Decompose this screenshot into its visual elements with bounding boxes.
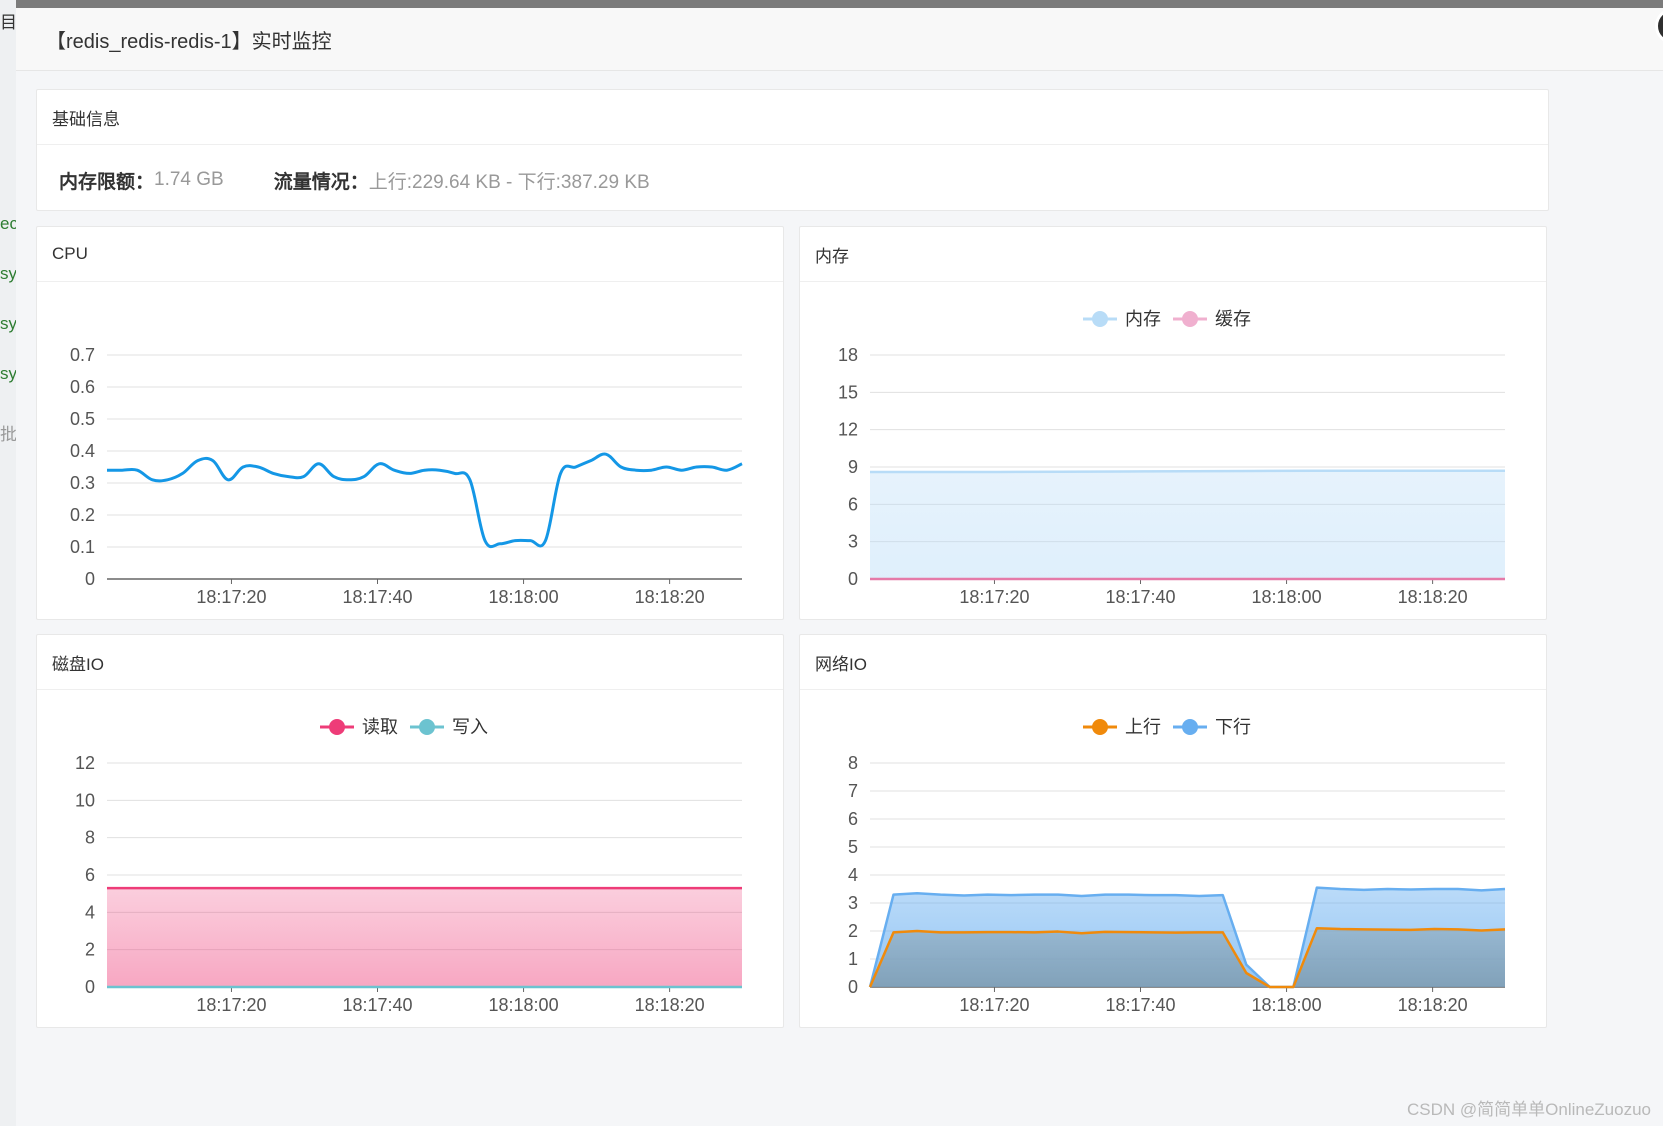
x-tick-label: 18:17:40 bbox=[342, 587, 412, 607]
basic-info-card: 基础信息 内存限额： 1.74 GB 流量情况： 上行:229.64 KB - … bbox=[36, 89, 1549, 211]
x-tick-label: 18:18:00 bbox=[489, 587, 559, 607]
legend-swatch-dot bbox=[1092, 311, 1108, 327]
monitor-dialog: 【redis_redis-redis-1】实时监控 基础信息 内存限额： 1.7… bbox=[16, 8, 1663, 1126]
y-tick-label: 0.6 bbox=[70, 377, 95, 397]
legend-swatch-dot bbox=[329, 719, 345, 735]
legend-swatch-dot bbox=[419, 719, 435, 735]
background-fragment: sy bbox=[0, 364, 16, 383]
basic-info-row: 内存限额： 1.74 GB 流量情况： 上行:229.64 KB - 下行:38… bbox=[37, 145, 1548, 215]
background-fragment: sy bbox=[0, 264, 16, 283]
y-tick-label: 2 bbox=[85, 940, 95, 960]
y-tick-label: 6 bbox=[848, 809, 858, 829]
traffic-label: 流量情况： bbox=[273, 171, 369, 193]
legend-swatch-dot bbox=[1182, 311, 1198, 327]
memory-limit-value: 1.74 GB bbox=[154, 169, 224, 190]
background-fragment: 批 bbox=[0, 425, 16, 444]
memory-limit-label: 内存限额： bbox=[59, 171, 155, 193]
dialog-title: 【redis_redis-redis-1】实时监控 bbox=[46, 30, 332, 53]
y-tick-label: 8 bbox=[85, 828, 95, 848]
y-tick-label: 9 bbox=[848, 457, 858, 477]
x-tick-label: 18:17:20 bbox=[196, 587, 266, 607]
legend-label: 写入 bbox=[452, 717, 488, 737]
series-area bbox=[107, 888, 742, 987]
chart-card-header: 网络IO bbox=[800, 635, 1546, 690]
background-fragment: ec bbox=[0, 214, 16, 233]
y-tick-label: 0 bbox=[848, 977, 858, 997]
x-tick-label: 18:18:20 bbox=[635, 587, 705, 607]
traffic-value: 上行:229.64 KB - 下行:387.29 KB bbox=[368, 171, 650, 193]
legend-swatch-dot bbox=[1092, 719, 1108, 735]
y-tick-label: 0.4 bbox=[70, 441, 95, 461]
x-tick-label: 18:17:20 bbox=[959, 587, 1029, 607]
y-tick-label: 6 bbox=[85, 865, 95, 885]
mem-chart: 0 3 6 9 12 15 18 18:17:20 18:17:40 18:18:00 18:18:… bbox=[838, 309, 1505, 607]
basic-info-header: 基础信息 bbox=[37, 90, 1548, 145]
legend-swatch-dot bbox=[1182, 719, 1198, 735]
y-tick-label: 10 bbox=[75, 790, 95, 810]
chart-card-header: 内存 bbox=[800, 227, 1546, 282]
y-tick-label: 4 bbox=[85, 902, 95, 922]
cpu-chart-card: CPU 0 0.1 0.2 0.3 0.4 0.5 0.6 0.7 18:17:20 18:17:… bbox=[36, 226, 784, 620]
y-tick-label: 15 bbox=[838, 382, 858, 402]
y-tick-label: 12 bbox=[75, 753, 95, 773]
x-tick-label: 18:18:20 bbox=[635, 995, 705, 1015]
y-tick-label: 0 bbox=[85, 977, 95, 997]
background-fragment: sy bbox=[0, 314, 16, 333]
legend-label: 下行 bbox=[1215, 717, 1251, 737]
cpu-chart: 0 0.1 0.2 0.3 0.4 0.5 0.6 0.7 18:17:20 18:17:40 18… bbox=[70, 345, 743, 607]
y-tick-label: 3 bbox=[848, 532, 858, 552]
x-tick-label: 18:18:00 bbox=[1252, 587, 1322, 607]
y-tick-label: 0.2 bbox=[70, 505, 95, 525]
x-tick-label: 18:17:40 bbox=[1105, 995, 1175, 1015]
x-tick-label: 18:18:20 bbox=[1398, 995, 1468, 1015]
chart-card-header: CPU bbox=[37, 227, 783, 282]
y-tick-label: 7 bbox=[848, 781, 858, 801]
y-tick-label: 12 bbox=[838, 420, 858, 440]
legend-label: 上行 bbox=[1125, 717, 1161, 737]
y-tick-label: 5 bbox=[848, 837, 858, 857]
y-tick-label: 6 bbox=[848, 494, 858, 514]
x-tick-label: 18:17:40 bbox=[1105, 587, 1175, 607]
legend-label: 缓存 bbox=[1215, 309, 1251, 329]
y-tick-label: 4 bbox=[848, 865, 858, 885]
memory-chart-card: 内存 0 3 6 9 12 15 18 18:17:20 18:17:40 18:18:00 18:… bbox=[799, 226, 1547, 620]
background-topbar bbox=[0, 0, 1663, 8]
background-page-strip: 目 ec sy sy sy 批 bbox=[0, 0, 16, 1126]
watermark: CSDN @简简单单OnlineZuozuo bbox=[1407, 1100, 1651, 1119]
y-tick-label: 0.3 bbox=[70, 473, 95, 493]
x-tick-label: 18:17:20 bbox=[196, 995, 266, 1015]
x-tick-label: 18:18:00 bbox=[489, 995, 559, 1015]
y-tick-label: 2 bbox=[848, 921, 858, 941]
series-area bbox=[870, 470, 1505, 579]
y-tick-label: 0 bbox=[848, 569, 858, 589]
background-fragment: 目 bbox=[0, 13, 16, 32]
legend-label: 内存 bbox=[1125, 309, 1161, 329]
y-tick-label: 3 bbox=[848, 893, 858, 913]
series-line bbox=[107, 452, 743, 549]
y-tick-label: 8 bbox=[848, 753, 858, 773]
series-line bbox=[870, 469, 1505, 474]
x-tick-label: 18:17:40 bbox=[342, 995, 412, 1015]
y-tick-label: 0 bbox=[85, 569, 95, 589]
x-tick-label: 18:18:20 bbox=[1398, 587, 1468, 607]
x-tick-label: 18:17:20 bbox=[959, 995, 1029, 1015]
y-tick-label: 0.5 bbox=[70, 409, 95, 429]
y-tick-label: 0.1 bbox=[70, 537, 95, 557]
network-io-chart-card: 网络IO 0 1 2 3 4 5 6 7 8 18:17:20 18:17:40 18:18:00 18… bbox=[799, 634, 1547, 1028]
legend-label: 读取 bbox=[362, 717, 398, 737]
dialog-header: 【redis_redis-redis-1】实时监控 bbox=[16, 8, 1663, 71]
x-tick-label: 18:18:00 bbox=[1252, 995, 1322, 1015]
chart-card-header: 磁盘IO bbox=[37, 635, 783, 690]
y-tick-label: 0.7 bbox=[70, 345, 95, 365]
net-chart: 0 1 2 3 4 5 6 7 8 18:17:20 18:17:40 18:18:00 18:18:2… bbox=[848, 717, 1506, 1015]
y-tick-label: 1 bbox=[848, 949, 858, 969]
disk-chart: 0 2 4 6 8 10 12 18:17:20 18:17:40 18:18:00 18:18:2… bbox=[75, 717, 742, 1015]
y-tick-label: 18 bbox=[838, 345, 858, 365]
disk-io-chart-card: 磁盘IO 0 2 4 6 8 10 12 18:17:20 18:17:40 18:18:00 18… bbox=[36, 634, 784, 1028]
series-area bbox=[870, 928, 1505, 987]
